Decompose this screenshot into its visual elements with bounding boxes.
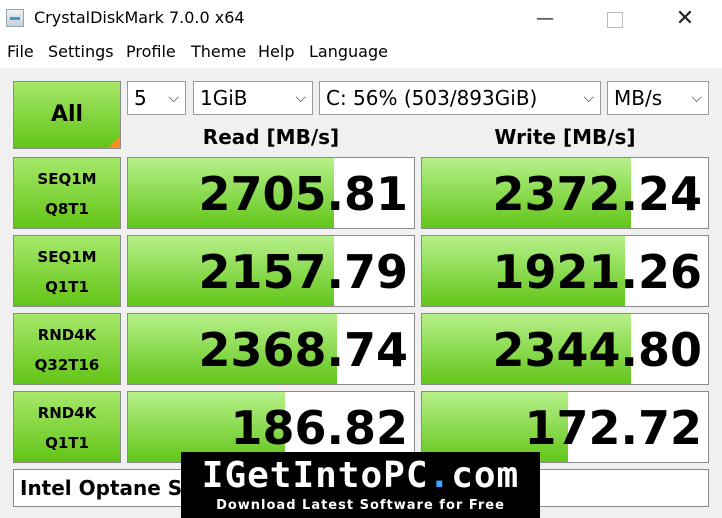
read-result: 2157.79 xyxy=(127,235,415,307)
app-icon xyxy=(6,9,24,27)
test-params: Q1T1 xyxy=(45,278,89,296)
write-result: 1921.26 xyxy=(421,235,709,307)
test-size-value: 1GiB xyxy=(200,86,248,110)
test-button-seq1m-q8t1[interactable]: SEQ1M Q8T1 xyxy=(13,157,121,229)
title-bar: CrystalDiskMark 7.0.0 x64 — ✕ xyxy=(0,0,722,38)
write-result: 2372.24 xyxy=(421,157,709,229)
chevron-down-icon: ⌵ xyxy=(295,90,306,106)
test-count-value: 5 xyxy=(134,86,147,110)
test-name: SEQ1M xyxy=(37,248,97,266)
all-button[interactable]: All xyxy=(13,81,121,149)
drive-value: C: 56% (503/893GiB) xyxy=(326,86,538,110)
test-params: Q8T1 xyxy=(45,200,89,218)
read-value: 2705.81 xyxy=(198,167,408,221)
test-name: RND4K xyxy=(37,326,97,344)
write-result: 2344.80 xyxy=(421,313,709,385)
test-name: RND4K xyxy=(37,404,97,422)
menu-language[interactable]: Language xyxy=(309,42,388,61)
test-params: Q32T16 xyxy=(34,356,100,374)
maximize-icon xyxy=(607,12,623,28)
write-column-header: Write [MB/s] xyxy=(494,125,636,149)
read-column-header: Read [MB/s] xyxy=(202,125,340,149)
test-params: Q1T1 xyxy=(45,434,89,452)
menu-profile[interactable]: Profile xyxy=(126,42,176,61)
watermark-logo: IGetIntoPC.com xyxy=(201,455,520,496)
test-count-select[interactable]: 5 ⌵ xyxy=(127,81,186,115)
menu-bar: File Settings Profile Theme Help Languag… xyxy=(0,39,722,67)
drive-select[interactable]: C: 56% (503/893GiB) ⌵ xyxy=(319,81,601,115)
test-button-rnd4k-q1t1[interactable]: RND4K Q1T1 xyxy=(13,391,121,463)
maximize-button[interactable] xyxy=(592,0,638,38)
read-result: 2368.74 xyxy=(127,313,415,385)
write-value: 172.72 xyxy=(524,401,702,455)
menu-help[interactable]: Help xyxy=(258,42,294,61)
write-value: 1921.26 xyxy=(492,245,702,299)
watermark-banner: IGetIntoPC.com Download Latest Software … xyxy=(181,452,540,518)
write-value: 2372.24 xyxy=(492,167,702,221)
unit-select[interactable]: MB/s ⌵ xyxy=(607,81,709,115)
test-size-select[interactable]: 1GiB ⌵ xyxy=(193,81,313,115)
chevron-down-icon: ⌵ xyxy=(168,90,179,106)
menu-settings[interactable]: Settings xyxy=(48,42,114,61)
read-value: 186.82 xyxy=(230,401,408,455)
unit-value: MB/s xyxy=(614,86,663,110)
read-value: 2368.74 xyxy=(198,323,408,377)
menu-file[interactable]: File xyxy=(7,42,34,61)
menu-theme[interactable]: Theme xyxy=(191,42,246,61)
watermark-tagline: Download Latest Software for Free xyxy=(216,498,505,513)
read-result: 2705.81 xyxy=(127,157,415,229)
minimize-button[interactable]: — xyxy=(522,0,568,38)
chevron-down-icon: ⌵ xyxy=(583,90,594,106)
test-button-seq1m-q1t1[interactable]: SEQ1M Q1T1 xyxy=(13,235,121,307)
test-name: SEQ1M xyxy=(37,170,97,188)
window-title: CrystalDiskMark 7.0.0 x64 xyxy=(34,8,245,27)
close-button[interactable]: ✕ xyxy=(662,0,708,38)
test-button-rnd4k-q32t16[interactable]: RND4K Q32T16 xyxy=(13,313,121,385)
write-value: 2344.80 xyxy=(492,323,702,377)
read-value: 2157.79 xyxy=(198,245,408,299)
chevron-down-icon: ⌵ xyxy=(691,90,702,106)
